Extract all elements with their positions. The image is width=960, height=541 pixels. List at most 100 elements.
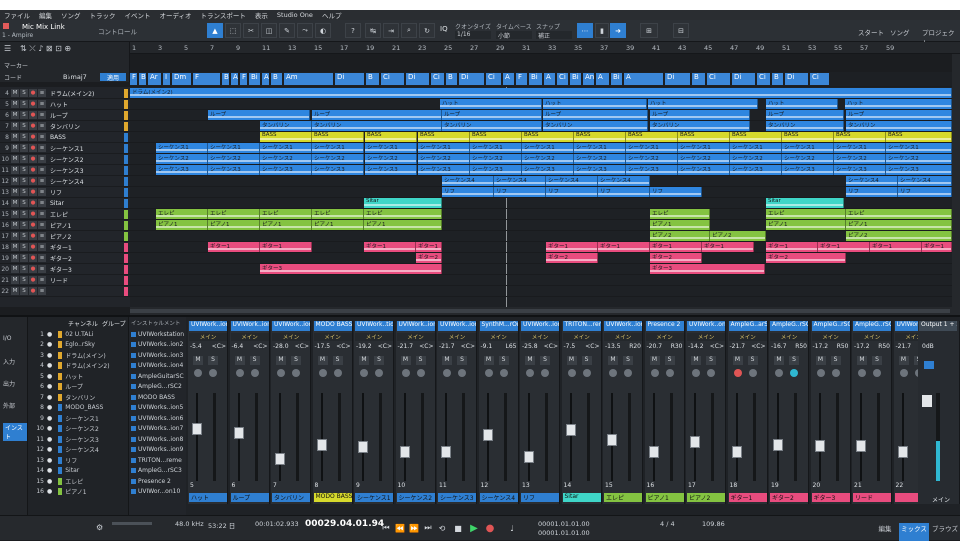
clip-event[interactable]: ループ [766, 110, 844, 120]
monitor-button[interactable] [582, 369, 591, 377]
monitor-button[interactable] [873, 369, 881, 377]
clip-event[interactable]: ドラム(メイン2) [130, 88, 952, 98]
record-button[interactable] [235, 369, 244, 377]
fader-cap[interactable] [482, 429, 493, 441]
track-header[interactable]: 17 M S ● ≡ ピアノ2 [0, 231, 130, 242]
monitor-button[interactable]: ≡ [38, 243, 46, 251]
console-nav-item[interactable]: インスト [3, 423, 27, 441]
visibility-icon[interactable]: ● [47, 446, 52, 453]
chord-event[interactable]: Ci [486, 73, 502, 85]
clip-event[interactable]: Sitar [364, 198, 442, 208]
console-nav-item[interactable]: I/O [3, 335, 12, 342]
solo-button[interactable]: S [20, 232, 28, 240]
solo-button[interactable]: S [20, 199, 28, 207]
record-button[interactable] [650, 369, 659, 377]
record-arm-button[interactable]: ● [29, 144, 37, 152]
strip-pan[interactable]: <C> [212, 343, 226, 352]
chord-event[interactable]: B [692, 73, 706, 85]
monitor-button[interactable] [209, 369, 217, 377]
tab-edit[interactable]: 編集 [873, 523, 897, 541]
strip-volume[interactable]: -21.7 [439, 343, 455, 352]
monitor-button[interactable] [292, 369, 300, 377]
track-header[interactable]: 14 M S ● ≡ Sitar [0, 198, 130, 209]
mute-button[interactable]: M [11, 243, 19, 251]
strip-volume[interactable]: -28.0 [273, 343, 289, 352]
solo-button[interactable]: S [20, 265, 28, 273]
clip-event[interactable]: シーケンス3 [730, 165, 782, 175]
strip-mute-button[interactable]: M [649, 356, 660, 365]
clip-event[interactable]: タンバリン [260, 121, 312, 131]
clip-event[interactable]: リフ [650, 187, 702, 197]
strip-solo-button[interactable]: S [747, 356, 758, 365]
channel-list-item[interactable]: 1 ● 02 U.TALi [28, 329, 128, 339]
chord-event[interactable]: Ci [810, 73, 830, 85]
chord-event[interactable]: Dm [172, 73, 192, 85]
strip-volume[interactable]: -21.7 [730, 343, 746, 352]
clip-event[interactable]: シーケンス2 [834, 154, 886, 164]
mute-button[interactable]: M [11, 100, 19, 108]
strip-solo-button[interactable]: S [208, 356, 218, 365]
strip-solo-button[interactable]: S [581, 356, 592, 365]
strip-output[interactable]: メイン [770, 333, 808, 341]
strip-solo-button[interactable]: S [872, 356, 882, 365]
mute-button[interactable]: M [11, 265, 19, 273]
clip-event[interactable]: ピアノ1 [846, 220, 952, 230]
record-arm-button[interactable]: ● [29, 254, 37, 262]
monitor-button[interactable]: ≡ [38, 133, 46, 141]
pin-button[interactable]: ⊟ [673, 23, 689, 38]
menu-item[interactable]: トランスポート [201, 10, 246, 20]
visibility-icon[interactable]: ● [47, 352, 52, 359]
chord-event[interactable]: B [772, 73, 784, 85]
track-lane[interactable]: シーケンス3 シーケンス3 シーケンス3 シーケンス3 シーケンス3 シーケンス3 シーケン… [130, 165, 952, 176]
track-header[interactable]: 15 M S ● ≡ エレピ [0, 209, 130, 220]
fader-cap[interactable] [524, 450, 534, 463]
strip-pan[interactable]: <C> [544, 343, 558, 352]
visibility-icon[interactable]: ● [47, 425, 52, 432]
mute-button[interactable]: M [11, 133, 19, 141]
visibility-icon[interactable]: ● [47, 478, 52, 485]
record-button[interactable] [609, 369, 617, 377]
clip-event[interactable]: BASS [730, 132, 782, 142]
monitor-button[interactable]: ≡ [38, 166, 46, 174]
mute-button[interactable]: M [11, 221, 19, 229]
track-header[interactable]: 13 M S ● ≡ リフ [0, 187, 130, 198]
strip-volume[interactable]: -17.2 [813, 343, 829, 352]
chord-track[interactable]: FBArIDmFBArFBiABAmDiBCiDiCiBDiCiAFBiACiB… [130, 72, 952, 86]
solo-button[interactable]: S [20, 133, 28, 141]
strip-volume[interactable]: -21.7 [896, 343, 912, 352]
clip-event[interactable]: シーケンス4 [494, 176, 546, 186]
strip-mute-button[interactable]: M [608, 356, 618, 365]
settings-icon[interactable]: ⚙ [96, 523, 103, 532]
list-icon[interactable]: ☰ [4, 44, 11, 53]
clip-event[interactable]: シーケンス2 [365, 154, 417, 164]
solo-button[interactable]: S [20, 177, 28, 185]
clip-event[interactable]: シーケンス1 [782, 143, 834, 153]
console-nav-item[interactable]: 出力 [3, 379, 15, 388]
strip-output[interactable]: メイン [355, 333, 393, 341]
clip-event[interactable]: ピアノ2 [650, 231, 710, 241]
fader-cap[interactable] [648, 445, 659, 458]
record-button[interactable] [360, 369, 368, 377]
strip-mute-button[interactable]: M [525, 356, 535, 365]
strip-output[interactable]: メイン [396, 333, 435, 341]
solo-button[interactable]: S [20, 155, 28, 163]
clip-event[interactable]: シーケンス4 [846, 176, 898, 186]
clip-event[interactable]: エレピ [312, 209, 364, 219]
song-tab[interactable]: ソング [890, 27, 910, 37]
monitor-button[interactable]: ≡ [38, 221, 46, 229]
track-header[interactable]: 8 M S ● ≡ BASS [0, 132, 130, 143]
record-button[interactable] [858, 369, 866, 377]
channel-list-item[interactable]: 12 ● シーケンス4 [28, 445, 128, 455]
record-arm-button[interactable]: ● [29, 177, 37, 185]
clip-event[interactable]: タンバリン [846, 121, 952, 131]
mute-button[interactable]: M [11, 287, 19, 295]
clip-event[interactable]: ギター2 [416, 253, 442, 263]
strip-mute-button[interactable]: M [234, 356, 245, 365]
strip-mute-button[interactable]: M [276, 356, 286, 365]
visibility-icon[interactable]: ● [47, 436, 52, 443]
mute-button[interactable]: M [11, 276, 19, 284]
strip-output[interactable]: メイン [521, 333, 559, 341]
track-header[interactable]: 5 M S ● ≡ ハット [0, 99, 130, 110]
menu-item[interactable]: Studio One [277, 11, 313, 19]
strip-pan[interactable]: <C> [419, 343, 433, 352]
